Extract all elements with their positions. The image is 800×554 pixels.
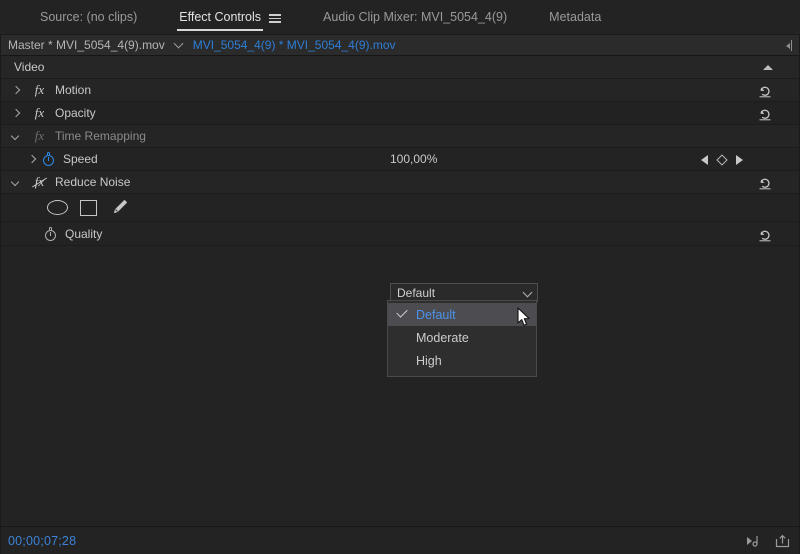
keyframe-navigator bbox=[701, 148, 743, 171]
previous-keyframe-icon[interactable] bbox=[701, 154, 708, 165]
tab-metadata-label: Metadata bbox=[549, 10, 602, 24]
effect-row-reduce-noise-label: Reduce Noise bbox=[55, 175, 131, 189]
effect-row-reduce-noise[interactable]: fx Reduce Noise bbox=[0, 171, 800, 194]
quality-dropdown-menu: Default Moderate High bbox=[387, 300, 537, 377]
collapse-caret-icon[interactable] bbox=[763, 65, 773, 70]
tab-effect-controls[interactable]: Effect Controls bbox=[177, 0, 282, 34]
master-clip-label[interactable]: Master * MVI_5054_4(9).mov bbox=[8, 38, 165, 52]
dropdown-option-default[interactable]: Default bbox=[388, 303, 536, 326]
status-bar-icons bbox=[746, 527, 790, 554]
effect-row-opacity-label: Opacity bbox=[55, 106, 96, 120]
property-row-speed[interactable]: Speed 100,00% bbox=[0, 148, 800, 171]
chevron-down-icon bbox=[524, 289, 531, 296]
effect-controls-panel: Source: (no clips) Effect Controls Audio… bbox=[0, 0, 800, 554]
panel-border-left bbox=[0, 34, 1, 554]
fx-icon[interactable]: fx bbox=[32, 82, 47, 98]
property-row-speed-label: Speed bbox=[63, 152, 98, 166]
dropdown-option-default-label: Default bbox=[416, 307, 456, 322]
timecode-display[interactable]: 00;00;07;28 bbox=[8, 534, 76, 548]
tab-metadata[interactable]: Metadata bbox=[549, 0, 601, 34]
section-header-video[interactable]: Video bbox=[0, 56, 800, 79]
next-keyframe-icon[interactable] bbox=[736, 154, 743, 165]
master-clip-breadcrumb: Master * MVI_5054_4(9).mov MVI_5054_4(9)… bbox=[0, 34, 800, 56]
dropdown-option-moderate[interactable]: Moderate bbox=[388, 326, 536, 349]
dropdown-option-high[interactable]: High bbox=[388, 349, 536, 372]
reset-icon[interactable] bbox=[758, 176, 772, 190]
check-icon bbox=[396, 306, 408, 318]
stopwatch-icon[interactable] bbox=[44, 226, 57, 241]
fx-toggle-icon[interactable]: fx bbox=[32, 174, 47, 190]
reset-icon[interactable] bbox=[758, 228, 772, 242]
property-value-speed[interactable]: 100,00% bbox=[390, 152, 437, 166]
tab-audio-clip-mixer[interactable]: Audio Clip Mixer: MVI_5054_4(9) bbox=[323, 0, 507, 34]
stopwatch-icon[interactable] bbox=[42, 152, 55, 166]
mask-tool-row bbox=[0, 194, 800, 222]
effect-row-time-remapping[interactable]: fx Time Remapping bbox=[0, 125, 800, 148]
tab-effect-controls-label: Effect Controls bbox=[177, 10, 263, 31]
active-clip-label[interactable]: MVI_5054_4(9) * MVI_5054_4(9).mov bbox=[193, 38, 396, 52]
pen-mask-icon[interactable] bbox=[110, 199, 128, 216]
tab-audio-clip-mixer-label: Audio Clip Mixer: MVI_5054_4(9) bbox=[323, 10, 508, 24]
property-row-quality-label: Quality bbox=[65, 226, 103, 241]
fx-icon: fx bbox=[34, 128, 45, 143]
chevron-down-icon bbox=[175, 40, 184, 49]
effect-row-time-remapping-label: Time Remapping bbox=[55, 129, 146, 143]
ellipse-mask-icon[interactable] bbox=[47, 200, 68, 215]
dropdown-option-moderate-label: Moderate bbox=[416, 330, 469, 345]
tab-source-label: Source: (no clips) bbox=[40, 10, 138, 24]
disclosure-triangle-icon[interactable] bbox=[10, 107, 22, 119]
tab-source[interactable]: Source: (no clips) bbox=[40, 0, 137, 34]
disclosure-triangle-icon[interactable] bbox=[10, 84, 22, 96]
section-header-video-label: Video bbox=[14, 60, 45, 74]
dropdown-option-high-label: High bbox=[416, 353, 442, 368]
fx-icon[interactable]: fx bbox=[32, 105, 47, 121]
effects-tree: Video fx Motion fx Opacity fx Time Remap… bbox=[0, 56, 800, 526]
property-row-quality[interactable]: Quality bbox=[0, 222, 800, 246]
reset-icon[interactable] bbox=[758, 84, 772, 98]
rectangle-mask-icon[interactable] bbox=[80, 199, 97, 216]
quality-select-value: Default bbox=[397, 285, 436, 300]
panel-menu-icon[interactable] bbox=[269, 13, 282, 23]
effect-row-motion[interactable]: fx Motion bbox=[0, 79, 800, 102]
add-keyframe-icon[interactable] bbox=[716, 153, 728, 166]
disclosure-triangle-icon[interactable] bbox=[10, 130, 22, 142]
reset-icon[interactable] bbox=[758, 107, 772, 121]
panel-tab-bar: Source: (no clips) Effect Controls Audio… bbox=[0, 0, 800, 34]
play-keyframe-icon[interactable] bbox=[746, 534, 761, 548]
effect-row-motion-label: Motion bbox=[55, 83, 92, 97]
disclosure-triangle-icon[interactable] bbox=[26, 153, 38, 165]
export-frame-icon[interactable] bbox=[775, 534, 790, 548]
status-bar: 00;00;07;28 bbox=[0, 526, 800, 554]
disclosure-triangle-icon[interactable] bbox=[10, 176, 22, 188]
clip-end-marker-icon[interactable] bbox=[784, 40, 794, 51]
effect-row-opacity[interactable]: fx Opacity bbox=[0, 102, 800, 125]
